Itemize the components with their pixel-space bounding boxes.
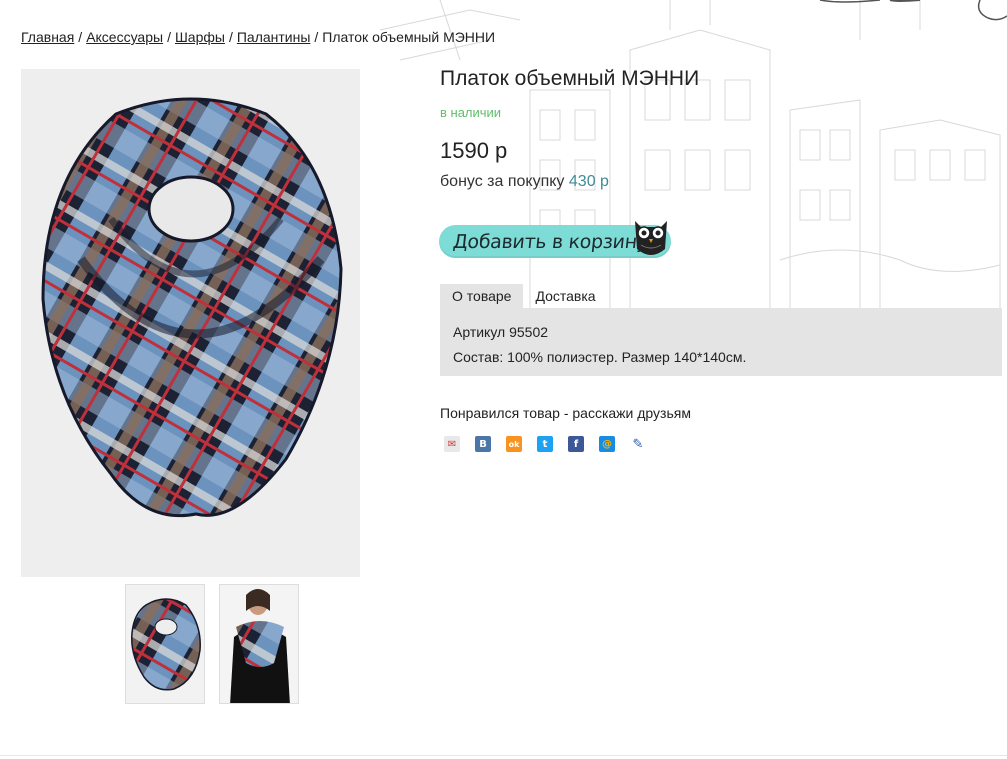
product-thumbnail-2[interactable] (219, 584, 299, 704)
scarf-thumbnail (131, 598, 201, 691)
composition-text: Состав: 100% полиэстер. Размер 140*140см… (453, 349, 747, 365)
breadcrumb-stoles[interactable]: Палантины (237, 29, 311, 45)
livejournal-icon[interactable]: ✎ (630, 436, 646, 452)
breadcrumb-scarves[interactable]: Шарфы (175, 29, 225, 45)
product-thumbnail-1[interactable] (125, 584, 205, 704)
facebook-icon[interactable]: f (568, 436, 584, 452)
mail-ru-icon[interactable]: @ (599, 436, 615, 452)
add-to-cart-button[interactable]: Добавить в корзину (439, 211, 675, 261)
vk-icon[interactable]: В (475, 436, 491, 452)
stock-status: в наличии (440, 105, 502, 120)
bonus-info: бонус за покупку 430 р (440, 173, 609, 191)
product-tabs: О товаре Доставка (440, 284, 608, 309)
breadcrumb: Главная / Аксессуары / Шарфы / Палантины / Плато… (21, 29, 495, 45)
breadcrumb-separator: / (228, 29, 233, 45)
tab-about[interactable]: О товаре (440, 284, 524, 309)
tab-panel-about: Артикул 95502 Состав: 100% полиэстер. Ра… (440, 308, 1002, 376)
bonus-value: 430 р (568, 173, 609, 190)
article-number: Артикул 95502 (453, 324, 549, 340)
share-icons: ✉ В ok t f @ ✎ (444, 436, 646, 452)
product-price: 1590 р (440, 138, 508, 163)
product-title: Платок объемный МЭННИ (440, 67, 700, 90)
header-decoration (819, 0, 1007, 21)
breadcrumb-accessories[interactable]: Аксессуары (86, 29, 163, 45)
model-thumbnail (220, 585, 298, 703)
owl-icon (635, 221, 667, 255)
odnoklassniki-icon[interactable]: ok (506, 436, 522, 452)
bonus-label: бонус за покупку (440, 173, 565, 190)
breadcrumb-separator: / (167, 29, 171, 45)
breadcrumb-separator: / (78, 29, 83, 45)
add-to-cart-label: Добавить в корзину (451, 231, 649, 253)
mail-ru-agent-icon[interactable]: ✉ (444, 436, 460, 452)
scarf-image (41, 97, 343, 518)
tab-delivery[interactable]: Доставка (523, 284, 607, 309)
footer-divider (0, 755, 1007, 756)
twitter-icon[interactable]: t (537, 436, 553, 452)
breadcrumb-separator: / (314, 29, 319, 45)
product-main-image[interactable] (21, 69, 360, 577)
background-sketch (380, 0, 1001, 330)
breadcrumb-current: Платок объемный МЭННИ (322, 29, 496, 45)
share-title: Понравился товар - расскажи друзьям (440, 405, 691, 421)
breadcrumb-home[interactable]: Главная (21, 29, 74, 45)
